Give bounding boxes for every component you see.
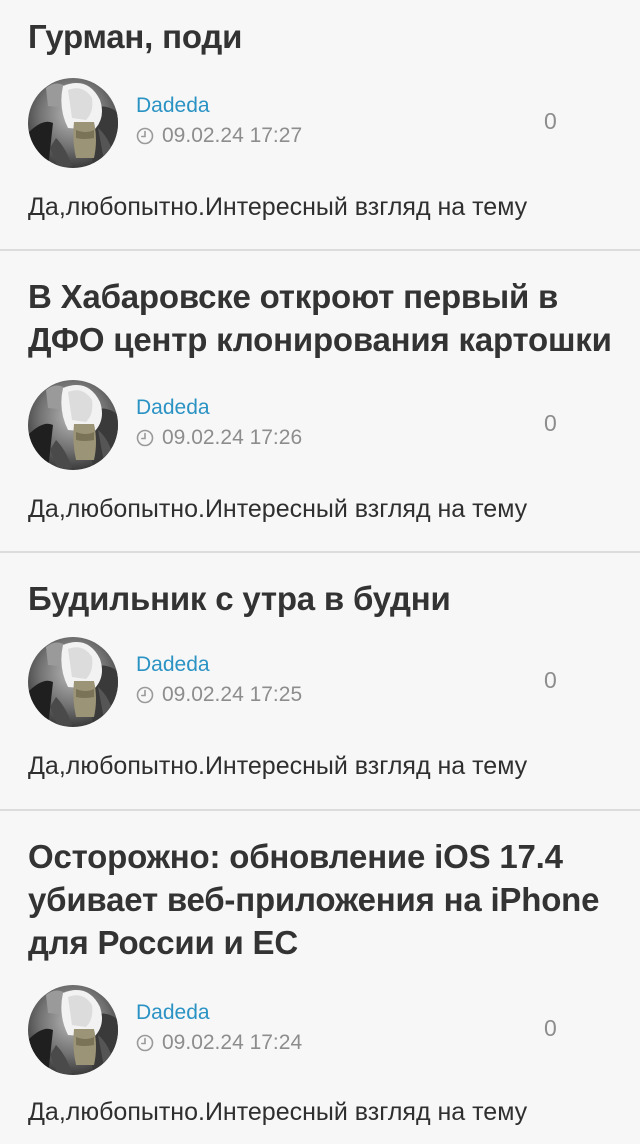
timestamp-text: 09.02.24 17:25 — [162, 683, 303, 706]
post-title[interactable]: Гурман, поди — [28, 15, 616, 58]
post-title[interactable]: Осторожно: обновление iOS 17.4 убивает в… — [28, 835, 616, 964]
timestamp-text: 09.02.24 17:26 — [162, 426, 303, 449]
avatar[interactable] — [28, 380, 118, 470]
post-card[interactable]: Осторожно: обновление iOS 17.4 убивает в… — [0, 811, 640, 1144]
avatar[interactable] — [28, 78, 118, 168]
clock-icon — [136, 127, 154, 145]
post-title[interactable]: Будильник с утра в будни — [28, 577, 616, 620]
user-avatar-image — [28, 78, 118, 168]
comment-count: 0 — [544, 108, 557, 134]
author-link[interactable]: Dadeda — [136, 653, 210, 677]
post-timestamp: 09.02.24 17:26 — [136, 426, 302, 450]
user-avatar-image — [28, 380, 118, 470]
user-avatar-image — [28, 637, 118, 727]
clock-icon — [136, 1034, 154, 1052]
clock-icon — [136, 686, 154, 704]
clock-icon — [136, 429, 154, 447]
post-card[interactable]: В Хабаровске откроют первый в ДФО центр … — [0, 251, 640, 553]
post-meta: Dadeda 09.02.24 17:24 0 — [28, 985, 618, 1075]
post-timestamp: 09.02.24 17:24 — [136, 1031, 302, 1055]
post-timestamp: 09.02.24 17:27 — [136, 124, 302, 148]
comment-count: 0 — [544, 410, 557, 436]
post-card[interactable]: Будильник с утра в будни Dadeda 09.02.24… — [0, 553, 640, 811]
comment-text: Да,любопытно.Интересный взгляд на тему — [28, 752, 528, 780]
timestamp-text: 09.02.24 17:27 — [162, 124, 303, 147]
avatar[interactable] — [28, 637, 118, 727]
user-avatar-image — [28, 985, 118, 1075]
author-link[interactable]: Dadeda — [136, 396, 210, 420]
comment-text: Да,любопытно.Интересный взгляд на тему — [28, 495, 528, 523]
author-link[interactable]: Dadeda — [136, 94, 210, 118]
author-link[interactable]: Dadeda — [136, 1001, 210, 1025]
post-title[interactable]: В Хабаровске откроют первый в ДФО центр … — [28, 275, 616, 361]
post-meta: Dadeda 09.02.24 17:27 0 — [28, 78, 618, 168]
timestamp-text: 09.02.24 17:24 — [162, 1031, 303, 1054]
post-timestamp: 09.02.24 17:25 — [136, 683, 302, 707]
comment-text: Да,любопытно.Интересный взгляд на тему — [28, 193, 528, 221]
post-meta: Dadeda 09.02.24 17:26 0 — [28, 380, 618, 470]
comment-count: 0 — [544, 667, 557, 693]
post-feed: Гурман, поди Dadeda 09.02.24 17:27 0 Да,… — [0, 0, 640, 1144]
comment-text: Да,любопытно.Интересный взгляд на тему — [28, 1098, 528, 1126]
comment-count: 0 — [544, 1015, 557, 1041]
post-card[interactable]: Гурман, поди Dadeda 09.02.24 17:27 0 Да,… — [0, 0, 640, 251]
post-meta: Dadeda 09.02.24 17:25 0 — [28, 637, 618, 727]
avatar[interactable] — [28, 985, 118, 1075]
